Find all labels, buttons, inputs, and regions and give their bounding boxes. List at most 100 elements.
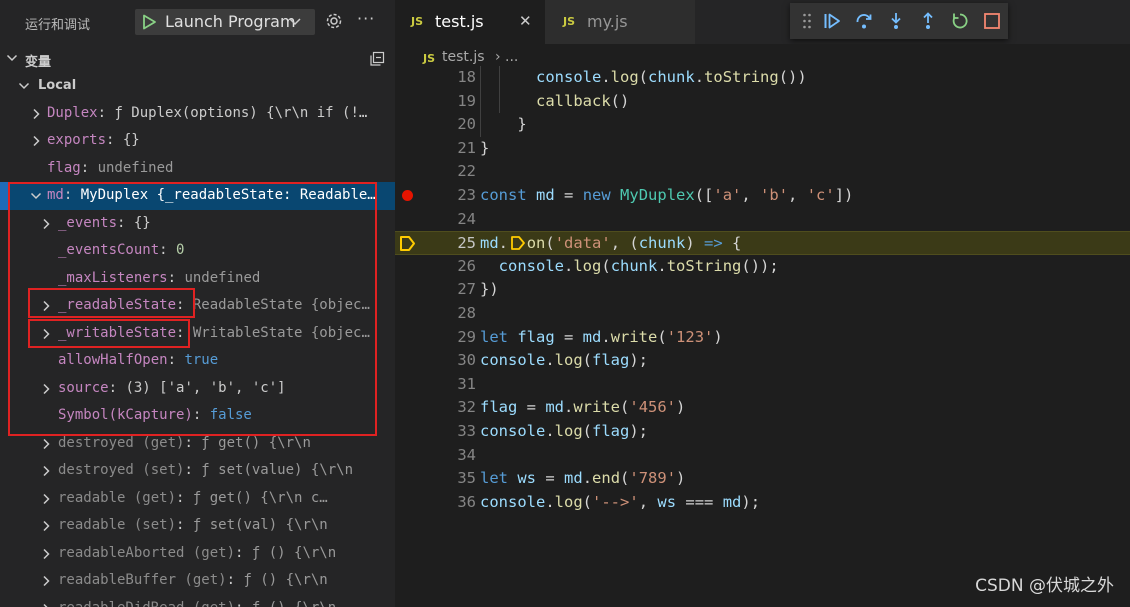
code-line[interactable]: 18 console.log(chunk.toString()) [395, 66, 1130, 90]
variable-row[interactable]: _readableState: ReadableState {objec… [0, 292, 395, 320]
chevron-down-icon[interactable] [30, 190, 42, 202]
code-line[interactable]: 20 } [395, 113, 1130, 137]
variable-row[interactable]: _events: {} [0, 210, 395, 238]
code-line[interactable]: 33 console.log(flag); [395, 420, 1130, 444]
code-token: md [545, 398, 564, 417]
separator: : [235, 600, 252, 607]
chevron-right-icon[interactable] [40, 328, 52, 340]
variable-row[interactable]: readableBuffer (get): ƒ () {\r\n [0, 567, 395, 595]
launch-config-dropdown[interactable]: Launch Program [135, 9, 315, 35]
variable-row[interactable]: readable (get): ƒ get() {\r\n c… [0, 485, 395, 513]
code-line[interactable]: 19 callback() [395, 90, 1130, 114]
more-actions-icon[interactable]: ··· [357, 9, 375, 28]
chevron-right-icon[interactable] [40, 548, 52, 560]
variable-name: _readableState [58, 297, 177, 313]
code-token: ()); [741, 256, 779, 275]
breakpoint-icon[interactable] [402, 190, 413, 201]
tab-my-js[interactable]: JS my.js [545, 0, 695, 44]
code-token: ) [676, 398, 686, 417]
code-line[interactable]: 30 console.log(flag); [395, 349, 1130, 373]
tab-test-js[interactable]: JS test.js ✕ [395, 0, 545, 44]
collapse-all-icon[interactable] [369, 51, 385, 67]
variable-row[interactable]: readableAborted (get): ƒ () {\r\n [0, 540, 395, 568]
step-into-icon[interactable] [887, 12, 905, 30]
variable-text: md: MyDuplex {_readableState: Readable… [47, 187, 376, 203]
chevron-right-icon[interactable] [40, 575, 52, 587]
code-token: let [480, 327, 508, 346]
code-token: ( [657, 327, 667, 346]
code-line[interactable]: 25 md. on('data', (chunk) => { [395, 231, 1130, 255]
code-line[interactable]: 22 [395, 160, 1130, 184]
code-line[interactable]: 21} [395, 137, 1130, 161]
stop-icon[interactable] [983, 12, 1001, 30]
variable-row[interactable]: readableDidRead (get): ƒ () {\r\n [0, 595, 395, 607]
chevron-right-icon[interactable] [40, 383, 52, 395]
variable-row[interactable]: readable (set): ƒ set(val) {\r\n [0, 512, 395, 540]
variable-name: exports [47, 132, 107, 148]
continue-icon[interactable] [823, 12, 841, 30]
chevron-right-icon[interactable] [40, 520, 52, 532]
code-token: flag [592, 422, 630, 440]
breadcrumb-symbol[interactable]: ... [505, 49, 518, 65]
variable-row[interactable]: _eventsCount: 0 [0, 237, 395, 265]
code-line[interactable]: 26 console.log(chunk.toString()); [395, 255, 1130, 279]
variable-row[interactable]: _maxListeners: undefined [0, 265, 395, 293]
drag-handle-icon[interactable] [802, 12, 812, 30]
code-token: . [564, 256, 574, 275]
variable-row[interactable]: _writableState: WritableState {objec… [0, 320, 395, 348]
chevron-right-icon[interactable] [40, 465, 52, 477]
scope-local[interactable]: Local [0, 72, 395, 100]
variable-row[interactable]: md: MyDuplex {_readableState: Readable… [0, 182, 395, 210]
inline-stop-marker-icon[interactable] [510, 235, 526, 251]
variable-row[interactable]: Symbol(kCapture): false [0, 402, 395, 430]
chevron-down-icon [289, 18, 301, 26]
restart-icon[interactable] [951, 12, 969, 30]
variable-row[interactable]: flag: undefined [0, 155, 395, 183]
chevron-right-icon[interactable] [40, 438, 52, 450]
code-token: ( [638, 68, 649, 86]
chevron-right-icon[interactable] [40, 218, 52, 230]
current-execution-arrow-icon[interactable] [399, 235, 416, 252]
chevron-right-icon[interactable] [40, 603, 52, 607]
code-line[interactable]: 35 let ws = md.end('789') [395, 467, 1130, 491]
step-out-icon[interactable] [919, 12, 937, 30]
variable-name: _writableState [58, 324, 177, 341]
code-token: ]) [834, 186, 854, 204]
variable-name: destroyed (set) [58, 462, 185, 478]
variable-text: readable (set): ƒ set(val) {\r\n [58, 517, 328, 533]
code-line[interactable]: 23 const md = new MyDuplex(['a', 'b', 'c'… [395, 184, 1130, 208]
code-line[interactable]: 29 let flag = md.write('123') [395, 326, 1130, 350]
play-icon[interactable] [141, 14, 157, 30]
variable-row[interactable]: allowHalfOpen: true [0, 347, 395, 375]
line-number: 29 [457, 327, 476, 346]
code-line[interactable]: 36 console.log('-->', ws === md); [395, 491, 1130, 515]
code-token: }) [480, 280, 499, 299]
variable-row[interactable]: exports: {} [0, 127, 395, 155]
code-line[interactable]: 28 [395, 302, 1130, 326]
code-line[interactable]: 32 flag = md.write('456') [395, 396, 1130, 420]
code-line[interactable]: 34 [395, 444, 1130, 468]
sidebar-title: 运行和调试 [25, 18, 91, 33]
variable-row[interactable]: source: (3) ['a', 'b', 'c'] [0, 375, 395, 403]
code-token: console [498, 256, 564, 275]
chevron-right-icon[interactable] [30, 135, 42, 147]
separator: : [226, 572, 244, 588]
code-token: ()) [778, 68, 807, 86]
close-icon[interactable]: ✕ [519, 12, 532, 30]
code-token: = [554, 186, 583, 204]
chevron-right-icon[interactable] [40, 300, 52, 312]
chevron-right-icon[interactable] [40, 493, 52, 505]
variables-section-header[interactable]: 变量 [0, 46, 395, 72]
step-over-icon[interactable] [855, 12, 873, 30]
gear-icon[interactable] [325, 12, 343, 30]
code-line[interactable]: 24 [395, 208, 1130, 232]
variable-row[interactable]: destroyed (set): ƒ set(value) {\r\n [0, 457, 395, 485]
code-line[interactable]: 27}) [395, 278, 1130, 302]
breadcrumb-file[interactable]: test.js [442, 49, 485, 65]
variable-row[interactable]: Duplex: ƒ Duplex(options) {\r\n if (!… [0, 100, 395, 128]
variable-row[interactable]: destroyed (get): ƒ get() {\r\n [0, 430, 395, 458]
code-line[interactable]: 31 [395, 373, 1130, 397]
chevron-right-icon[interactable] [30, 108, 42, 120]
